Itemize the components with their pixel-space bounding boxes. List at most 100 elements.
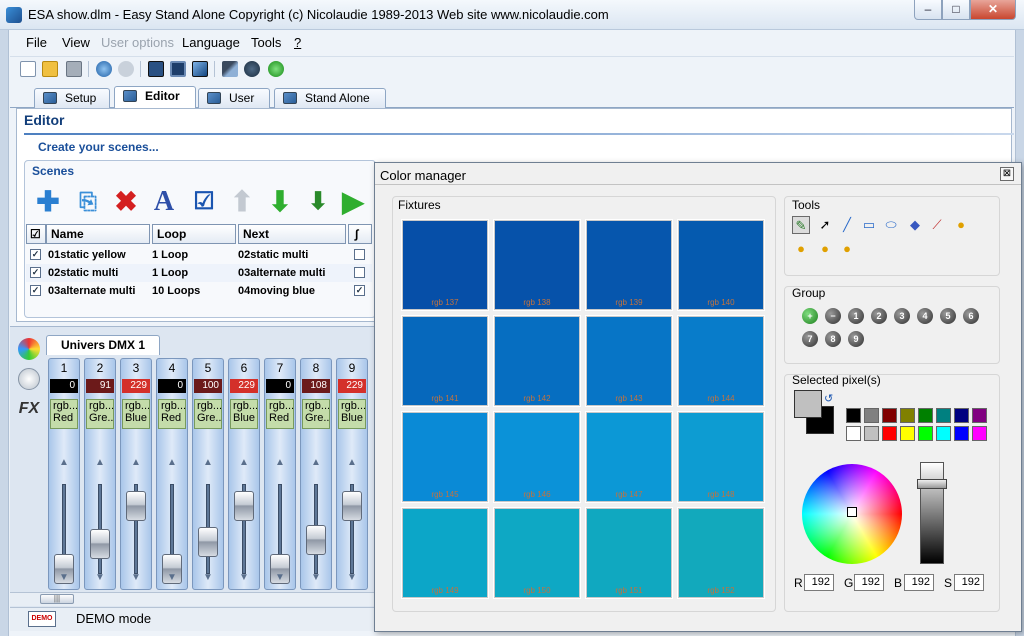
- channel-strip[interactable]: 6 229 rgb... Blue ▲ ▼: [228, 358, 260, 590]
- chevron-down-icon[interactable]: ▼: [56, 572, 72, 584]
- dmx-card-icon[interactable]: [170, 61, 186, 77]
- color-wheel-marker[interactable]: [847, 507, 857, 517]
- undo-icon[interactable]: [96, 61, 112, 77]
- channel-strip[interactable]: 1 0 rgb... Red ▲ ▼: [48, 358, 80, 590]
- channel-strip[interactable]: 5 100 rgb... Gre... ▲ ▼: [192, 358, 224, 590]
- delete-scene-icon[interactable]: ✖: [110, 186, 142, 218]
- color-swatch[interactable]: [864, 426, 879, 441]
- row-checkbox[interactable]: ✓: [30, 267, 41, 278]
- monitor-icon[interactable]: [192, 61, 208, 77]
- move-down-icon[interactable]: ⬇: [264, 186, 296, 218]
- wand-icon[interactable]: [222, 61, 238, 77]
- column-fade[interactable]: ∫: [348, 224, 372, 244]
- chevron-down-icon[interactable]: ▼: [308, 572, 324, 584]
- fade-checkbox[interactable]: [354, 249, 365, 260]
- open-folder-icon[interactable]: [42, 61, 58, 77]
- add-group-button[interactable]: +: [802, 308, 818, 324]
- fader-thumb[interactable]: [90, 528, 110, 559]
- chevron-up-icon[interactable]: ▲: [308, 457, 324, 469]
- fixture-cell[interactable]: rgb 137: [401, 219, 489, 311]
- tab-universe[interactable]: Univers DMX 1: [46, 335, 160, 355]
- menu-user-options[interactable]: User options: [101, 35, 174, 50]
- fixture-cell[interactable]: rgb 139: [585, 219, 673, 311]
- eyedropper-icon[interactable]: ⟋: [928, 216, 946, 234]
- pointer-icon[interactable]: ➚: [816, 216, 834, 234]
- copy-scene-icon[interactable]: ⎘: [72, 186, 104, 218]
- select-all-checkbox[interactable]: ☑: [26, 224, 46, 244]
- remove-group-button[interactable]: −: [825, 308, 841, 324]
- color-swatch[interactable]: [918, 426, 933, 441]
- rectangle-icon[interactable]: ▭: [860, 216, 878, 234]
- fixture-cell[interactable]: rgb 147: [585, 411, 673, 503]
- chevron-down-icon[interactable]: ▼: [164, 572, 180, 584]
- chevron-up-icon[interactable]: ▲: [236, 457, 252, 469]
- color-swatch[interactable]: [918, 408, 933, 423]
- minimize-button[interactable]: –: [914, 0, 942, 20]
- color-swatch[interactable]: [882, 426, 897, 441]
- table-row[interactable]: ✓ 03alternate multi 10 Loops 04moving bl…: [26, 282, 372, 300]
- group-button[interactable]: 9: [848, 331, 864, 347]
- fader-thumb[interactable]: [342, 491, 362, 521]
- fixture-cell[interactable]: rgb 148: [677, 411, 765, 503]
- color-swatch[interactable]: [864, 408, 879, 423]
- group-button[interactable]: 3: [894, 308, 910, 324]
- tab-user[interactable]: User: [198, 88, 270, 108]
- tab-stand-alone[interactable]: Stand Alone: [274, 88, 386, 108]
- channel-strip[interactable]: 9 229 rgb... Blue ▲ ▼: [336, 358, 368, 590]
- swap-colors-icon[interactable]: ↺: [824, 392, 833, 405]
- column-next[interactable]: Next: [238, 224, 346, 244]
- clear-icon[interactable]: ●: [792, 240, 810, 258]
- fx-icon[interactable]: FX: [18, 398, 40, 420]
- fader-thumb[interactable]: [198, 526, 218, 557]
- color-palette-icon[interactable]: [18, 338, 40, 360]
- b-input[interactable]: 192: [904, 574, 934, 591]
- chevron-up-icon[interactable]: ▲: [200, 457, 216, 469]
- fade-checkbox[interactable]: ✓: [354, 285, 365, 296]
- chevron-down-icon[interactable]: ▼: [236, 572, 252, 584]
- fixture-cell[interactable]: rgb 145: [401, 411, 489, 503]
- group-button[interactable]: 2: [871, 308, 887, 324]
- fixture-cell[interactable]: rgb 152: [677, 507, 765, 599]
- fixture-cell[interactable]: rgb 138: [493, 219, 581, 311]
- chevron-up-icon[interactable]: ▲: [56, 457, 72, 469]
- g-input[interactable]: 192: [854, 574, 884, 591]
- tab-setup[interactable]: Setup: [34, 88, 110, 108]
- save-icon[interactable]: [66, 61, 82, 77]
- maximize-button[interactable]: □: [942, 0, 970, 20]
- fixture-cell[interactable]: rgb 149: [401, 507, 489, 599]
- color-swatch[interactable]: [954, 408, 969, 423]
- chevron-up-icon[interactable]: ▲: [164, 457, 180, 469]
- chevron-down-icon[interactable]: ▼: [128, 572, 144, 584]
- tab-editor[interactable]: Editor: [114, 86, 196, 109]
- fader-thumb[interactable]: [306, 524, 326, 555]
- play-icon[interactable]: ▶: [340, 186, 366, 218]
- group-button[interactable]: 5: [940, 308, 956, 324]
- chevron-up-icon[interactable]: ▲: [344, 457, 360, 469]
- r-input[interactable]: 192: [804, 574, 834, 591]
- move-up-icon[interactable]: ⬆: [226, 186, 258, 218]
- menu-tools[interactable]: Tools: [251, 35, 281, 50]
- column-loop[interactable]: Loop: [152, 224, 236, 244]
- group-button[interactable]: 4: [917, 308, 933, 324]
- group-button[interactable]: 8: [825, 331, 841, 347]
- table-row[interactable]: ✓ 01static yellow 1 Loop 02static multi: [26, 246, 372, 264]
- fader-thumb[interactable]: [234, 491, 254, 521]
- info-icon[interactable]: ●: [816, 240, 834, 258]
- help-icon[interactable]: [268, 61, 284, 77]
- fader-thumb[interactable]: [126, 491, 146, 521]
- chevron-down-icon[interactable]: ▼: [344, 572, 360, 584]
- color-manager-close-button[interactable]: ⊠: [1000, 167, 1014, 181]
- color-swatch[interactable]: [900, 426, 915, 441]
- color-swatch[interactable]: [972, 408, 987, 423]
- ellipse-icon[interactable]: ⬭: [882, 216, 900, 234]
- channel-strip[interactable]: 3 229 rgb... Blue ▲ ▼: [120, 358, 152, 590]
- color-swatch[interactable]: [846, 426, 861, 441]
- fade-checkbox[interactable]: [354, 267, 365, 278]
- group-button[interactable]: 7: [802, 331, 818, 347]
- column-name[interactable]: Name: [46, 224, 150, 244]
- menu-help[interactable]: ?: [294, 35, 301, 50]
- color-swatch[interactable]: [936, 408, 951, 423]
- line-icon[interactable]: ╱: [838, 216, 856, 234]
- fixture-cell[interactable]: rgb 146: [493, 411, 581, 503]
- menu-file[interactable]: File: [26, 35, 47, 50]
